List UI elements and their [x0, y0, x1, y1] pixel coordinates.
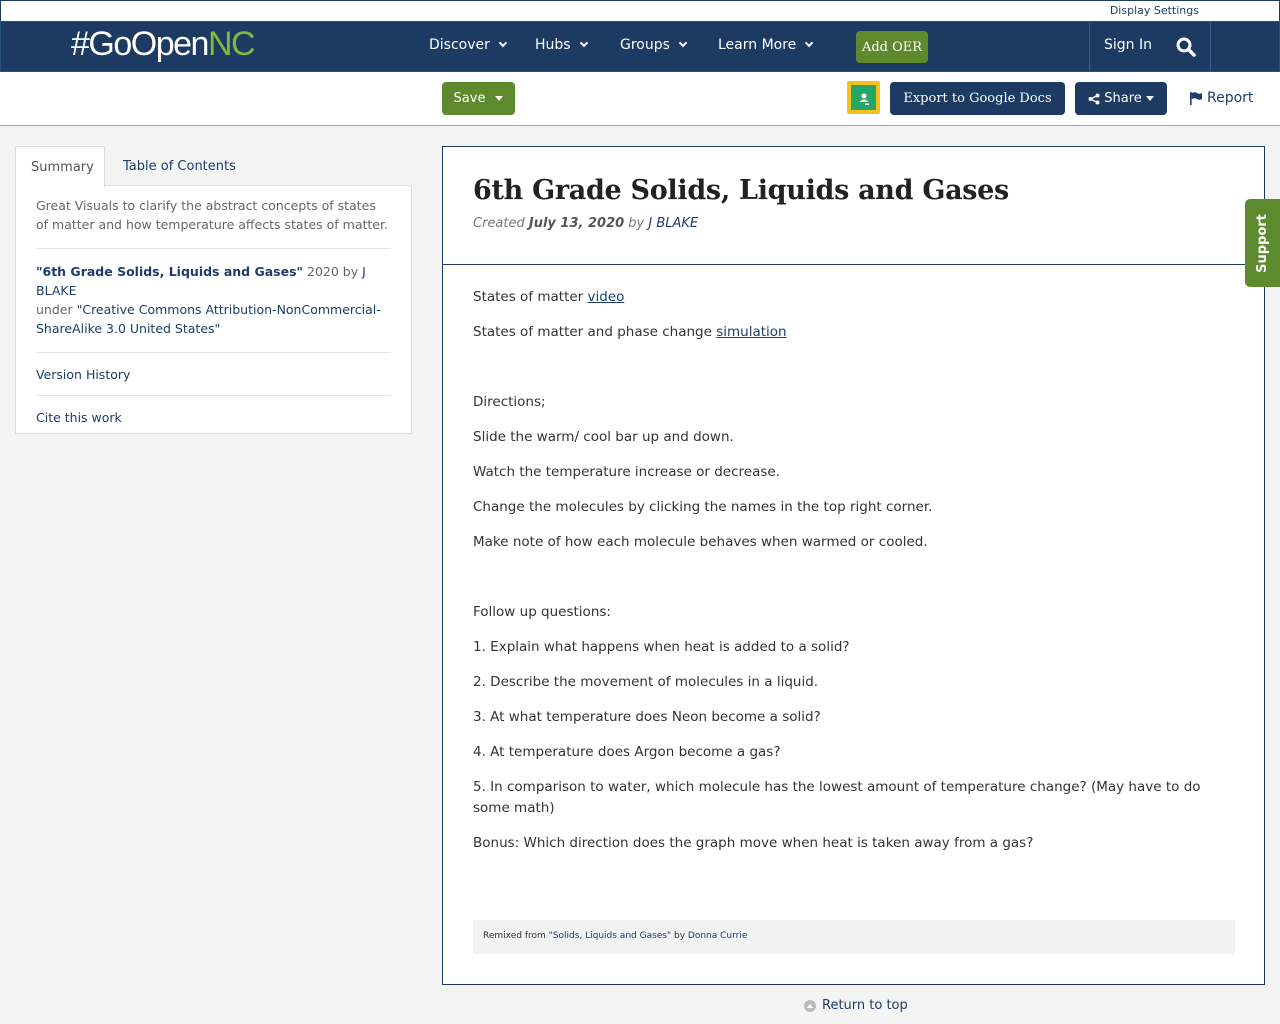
video-line-text: States of matter	[473, 289, 588, 305]
nav-discover-label: Discover	[429, 37, 490, 53]
video-line: States of matter video	[473, 287, 1234, 308]
by-label: by	[624, 216, 649, 231]
resource-action-bar: Save Export to Google Docs Share Report	[0, 72, 1280, 126]
simulation-link[interactable]: simulation	[716, 324, 786, 340]
chevron-down-icon	[498, 38, 508, 48]
resource-header: 6th Grade Solids, Liquids and Gases Crea…	[443, 147, 1264, 265]
report-link[interactable]: Report	[1189, 90, 1253, 106]
share-label: Share	[1104, 91, 1142, 106]
add-oer-button[interactable]: Add OER	[856, 31, 928, 63]
share-icon	[1088, 93, 1100, 104]
simulation-line-text: States of matter and phase change	[473, 324, 717, 340]
license-link[interactable]: "Creative Commons Attribution-NonCommerc…	[36, 302, 381, 336]
summary-description: Great Visuals to clarify the abstract co…	[36, 196, 391, 249]
question-item: 2. Describe the movement of molecules in…	[473, 674, 819, 690]
chevron-down-icon	[805, 38, 814, 48]
export-google-docs-button[interactable]: Export to Google Docs	[890, 82, 1065, 115]
remix-source-link[interactable]: "Solids, Liquids and Gases"	[549, 931, 672, 941]
nav-learn-more-label: Learn More	[718, 37, 797, 53]
question-item: 4. At temperature does Argon become a ga…	[473, 744, 781, 760]
nav-hubs-label: Hubs	[535, 37, 571, 53]
remix-attribution: Remixed from "Solids, Liquids and Gases"…	[473, 920, 1235, 954]
report-label: Report	[1207, 90, 1254, 106]
direction-step: Slide the warm/ cool bar up and down.	[473, 429, 734, 445]
resource-sidebar: Summary Table of Contents Great Visuals …	[15, 146, 412, 434]
attribution-block: "6th Grade Solids, Liquids and Gases" 20…	[36, 249, 391, 353]
nav-hubs[interactable]: Hubs	[535, 37, 588, 53]
attribution-title-link[interactable]: "6th Grade Solids, Liquids and Gases"	[36, 264, 303, 279]
page-title: 6th Grade Solids, Liquids and Gases	[473, 175, 1009, 206]
nav-groups[interactable]: Groups	[620, 37, 688, 53]
tab-table-of-contents[interactable]: Table of Contents	[108, 146, 251, 186]
caret-down-icon	[1145, 96, 1154, 101]
question-item: 3. At what temperature does Neon become …	[473, 709, 821, 725]
remix-author-link[interactable]: Donna Currie	[688, 931, 748, 941]
chevron-down-icon	[579, 38, 588, 48]
bonus-question: Bonus: Which direction does the graph mo…	[473, 835, 1034, 851]
nav-divider	[1210, 22, 1211, 71]
question-item: 5. In comparison to water, which molecul…	[473, 779, 1201, 816]
remix-by: by	[671, 931, 688, 941]
logo-main-text: #GoOpen	[71, 25, 209, 63]
version-history-link[interactable]: Version History	[36, 353, 391, 396]
simulation-line: States of matter and phase change simula…	[473, 322, 1234, 343]
direction-step: Make note of how each molecule behaves w…	[473, 534, 928, 550]
tab-summary[interactable]: Summary	[15, 146, 105, 187]
google-classroom-button[interactable]	[847, 81, 880, 114]
question-item: 1. Explain what happens when heat is add…	[473, 639, 850, 655]
utility-bar: Display Settings	[0, 0, 1280, 21]
cite-work-link[interactable]: Cite this work	[36, 396, 391, 438]
remix-prefix: Remixed from	[483, 931, 549, 941]
arrow-up-circle-icon	[804, 999, 816, 1012]
nav-groups-label: Groups	[620, 37, 670, 53]
main-navbar: #GoOpenNC Discover Hubs Groups Learn Mor…	[0, 21, 1280, 72]
attribution-year-by: 2020 by	[303, 264, 363, 279]
questions-heading: Follow up questions:	[473, 604, 611, 620]
directions-heading: Directions;	[473, 394, 546, 410]
google-classroom-icon	[851, 85, 876, 110]
nav-learn-more[interactable]: Learn More	[718, 37, 814, 53]
save-label: Save	[453, 91, 486, 106]
display-settings-link[interactable]: Display Settings	[1110, 4, 1199, 17]
resource-body: States of matter video States of matter …	[443, 265, 1264, 854]
sidebar-tabs: Summary Table of Contents	[15, 146, 412, 187]
resource-meta: Created July 13, 2020 by J BLAKE	[473, 216, 1234, 231]
sign-in-link[interactable]: Sign In	[1104, 37, 1152, 53]
attribution-under: under	[36, 302, 77, 317]
caret-down-icon	[495, 96, 504, 101]
save-button[interactable]: Save	[442, 82, 515, 115]
summary-panel: Great Visuals to clarify the abstract co…	[15, 185, 412, 434]
nav-discover[interactable]: Discover	[429, 37, 508, 53]
return-to-top-link[interactable]: Return to top	[804, 998, 908, 1013]
author-link[interactable]: J BLAKE	[648, 216, 698, 231]
video-link[interactable]: video	[588, 289, 625, 305]
created-label: Created	[473, 216, 529, 231]
support-label: Support	[1255, 213, 1271, 273]
resource-content-card: 6th Grade Solids, Liquids and Gases Crea…	[442, 146, 1265, 985]
return-to-top-label: Return to top	[822, 998, 908, 1013]
site-logo[interactable]: #GoOpenNC	[71, 24, 256, 64]
chevron-down-icon	[678, 38, 688, 48]
direction-step: Watch the temperature increase or decrea…	[473, 464, 780, 480]
share-button[interactable]: Share	[1075, 82, 1167, 115]
support-tab[interactable]: Support	[1245, 199, 1280, 287]
flag-icon	[1190, 91, 1202, 105]
direction-step: Change the molecules by clicking the nam…	[473, 499, 933, 515]
nav-divider	[1089, 22, 1090, 71]
created-date: July 13, 2020	[528, 216, 625, 231]
search-icon[interactable]	[1176, 36, 1196, 58]
logo-accent-text: NC	[207, 25, 256, 63]
